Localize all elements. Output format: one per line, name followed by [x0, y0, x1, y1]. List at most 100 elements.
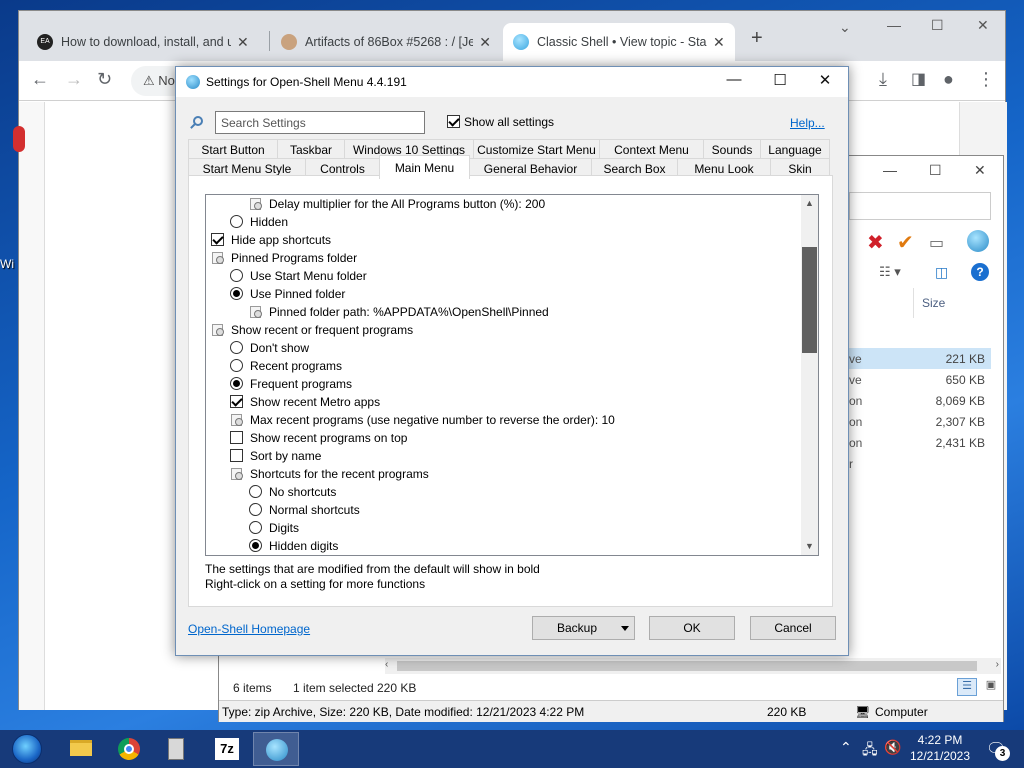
preview-pane-icon[interactable]: ◫ — [935, 264, 948, 281]
show-hidden-icons-icon[interactable]: ⌃ — [840, 739, 852, 756]
file-row[interactable]: ve 650 KB — [849, 369, 991, 390]
horizontal-scrollbar[interactable]: ‹ › — [385, 658, 1001, 674]
radio-button[interactable] — [230, 377, 243, 390]
checkbox[interactable] — [230, 395, 243, 408]
tiles-view-icon[interactable]: ▣ — [981, 678, 1001, 696]
download-icon[interactable]: ⤓ — [879, 69, 887, 90]
close-icon[interactable]: ✕ — [977, 17, 989, 34]
delete-icon[interactable]: ✖ — [867, 230, 884, 255]
checkbox[interactable] — [211, 233, 224, 246]
setting-label: Recent programs — [250, 359, 343, 373]
properties-icon[interactable]: ▭ — [929, 233, 944, 253]
file-row[interactable]: r — [849, 453, 991, 474]
tab-sounds[interactable]: Sounds — [703, 139, 761, 159]
scroll-left-icon[interactable]: ‹ — [385, 659, 388, 670]
radio-button[interactable] — [230, 341, 243, 354]
new-tab-button[interactable]: + — [751, 27, 763, 50]
tab-context-menu[interactable]: Context Menu — [599, 139, 704, 159]
setting-label: Don't show — [250, 341, 309, 355]
chrome-icon[interactable] — [106, 732, 152, 766]
tab-main-menu[interactable]: Main Menu — [379, 155, 470, 179]
side-panel-icon[interactable]: ◨ — [911, 69, 926, 89]
scroll-down-icon[interactable]: ▼ — [801, 538, 818, 555]
close-icon[interactable]: ✕ — [237, 34, 249, 51]
minimize-icon[interactable]: — — [711, 71, 757, 93]
minimize-icon[interactable]: — — [883, 162, 897, 178]
scroll-right-icon[interactable]: › — [996, 659, 999, 670]
homepage-link[interactable]: Open-Shell Homepage — [188, 622, 310, 636]
cancel-button[interactable]: Cancel — [750, 616, 836, 640]
tab-language[interactable]: Language — [760, 139, 830, 159]
radio-button[interactable] — [249, 521, 262, 534]
back-icon[interactable]: ← — [31, 69, 49, 90]
file-explorer-icon[interactable] — [58, 732, 104, 766]
file-row[interactable]: on 2,431 KB — [849, 432, 991, 453]
close-icon[interactable]: ✕ — [802, 71, 848, 93]
file-row[interactable]: on 2,307 KB — [849, 411, 991, 432]
radio-button[interactable] — [249, 485, 262, 498]
file-row[interactable]: ve 221 KB — [849, 348, 991, 369]
search-settings-input[interactable] — [215, 111, 425, 134]
maximize-icon[interactable]: ☐ — [929, 162, 942, 179]
help-icon[interactable]: ? — [971, 263, 989, 281]
maximize-icon[interactable]: ☐ — [931, 17, 944, 34]
file-row[interactable]: on 8,069 KB — [849, 390, 991, 411]
forward-icon[interactable]: → — [65, 69, 83, 90]
checkmark-icon[interactable]: ✔ — [897, 230, 914, 255]
reload-icon[interactable]: ↻ — [97, 69, 112, 90]
close-icon[interactable]: ✕ — [479, 34, 491, 51]
browser-tab-3[interactable]: Classic Shell • View topic - Start ✕ — [503, 23, 735, 61]
radio-button[interactable] — [230, 287, 243, 300]
classic-shell-icon — [513, 34, 529, 50]
volume-muted-icon[interactable]: 🔇 — [884, 739, 901, 756]
file-type: on — [849, 415, 863, 429]
tab-taskbar[interactable]: Taskbar — [277, 139, 345, 159]
tab-customize-start-menu[interactable]: Customize Start Menu — [473, 139, 600, 159]
checkbox[interactable] — [230, 449, 243, 462]
scrollbar-thumb[interactable] — [397, 661, 977, 671]
network-icon[interactable]: 🖧 — [862, 739, 878, 763]
radio-button[interactable] — [230, 215, 243, 228]
start-orb-icon — [12, 734, 42, 764]
radio-button[interactable] — [249, 539, 262, 552]
size-column-header[interactable]: Size — [913, 288, 993, 318]
minimize-icon[interactable]: — — [887, 17, 901, 33]
clock-date[interactable]: 12/21/2023 — [900, 749, 980, 763]
view-mode-icon[interactable]: ☷ ▾ — [879, 264, 901, 280]
explorer-search-box[interactable] — [849, 192, 991, 220]
open-shell-icon — [186, 75, 200, 89]
clock-time[interactable]: 4:22 PM — [900, 733, 980, 747]
file-size: 2,307 KB — [935, 415, 985, 429]
tab-start-button[interactable]: Start Button — [188, 139, 278, 159]
browser-tab-1[interactable]: EA How to download, install, and up ✕ — [27, 23, 267, 61]
open-shell-taskbar-button[interactable] — [253, 732, 299, 766]
profile-icon[interactable]: ● — [943, 69, 954, 90]
7zip-icon[interactable]: 7z — [204, 732, 250, 766]
maximize-icon[interactable]: ☐ — [757, 71, 803, 93]
radio-button[interactable] — [230, 359, 243, 372]
menu-icon[interactable]: ⋮ — [977, 69, 995, 90]
checkbox[interactable] — [230, 431, 243, 444]
show-all-settings-checkbox[interactable]: Show all settings — [447, 115, 554, 129]
ok-button[interactable]: OK — [649, 616, 735, 640]
details-view-icon[interactable]: ☰ — [957, 678, 977, 696]
search-icon — [190, 116, 204, 130]
radio-button[interactable] — [230, 269, 243, 282]
86box-icon[interactable] — [154, 732, 200, 766]
settings-dialog: Settings for Open-Shell Menu 4.4.191 — ☐… — [175, 66, 849, 656]
browser-tab-2[interactable]: Artifacts of 86Box #5268 : / [Jenk ✕ — [271, 23, 501, 61]
checkbox[interactable] — [447, 115, 460, 128]
help-link[interactable]: Help... — [790, 116, 825, 130]
backup-button[interactable]: Backup — [532, 616, 635, 640]
scroll-up-icon[interactable]: ▲ — [801, 195, 818, 212]
tab-search-icon[interactable]: ⌄ — [839, 19, 851, 36]
file-size: 8,069 KB — [935, 394, 985, 408]
vertical-scrollbar[interactable]: ▲ ▼ — [801, 195, 818, 555]
scrollbar-thumb[interactable] — [802, 247, 817, 353]
start-button[interactable] — [4, 732, 50, 766]
radio-button[interactable] — [249, 503, 262, 516]
close-icon[interactable]: ✕ — [974, 162, 986, 179]
open-shell-icon[interactable] — [967, 230, 989, 252]
desktop-icon-label[interactable]: Wi — [0, 257, 14, 271]
close-icon[interactable]: ✕ — [713, 34, 725, 51]
